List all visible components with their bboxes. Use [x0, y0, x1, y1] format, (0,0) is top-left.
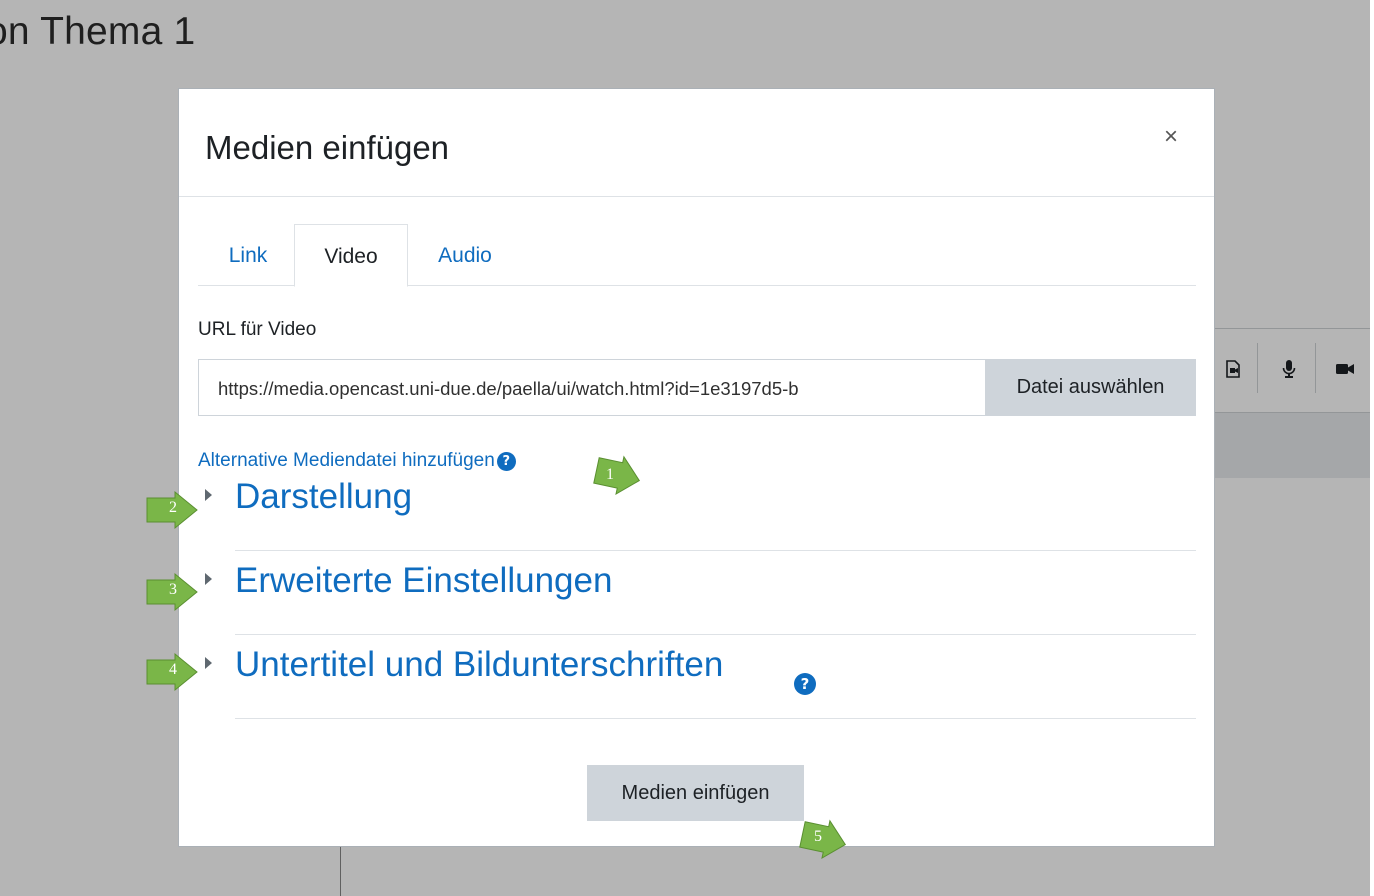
dialog-title: Medien einfügen: [205, 129, 450, 166]
insert-media-dialog: Medien einfügen × Link Video Audio URL f…: [178, 88, 1215, 847]
section-untertitel[interactable]: Untertitel und Bildunterschriften ?: [205, 635, 1196, 719]
close-button[interactable]: ×: [1164, 123, 1178, 151]
callout-marker-4: 4: [145, 652, 201, 692]
section-title[interactable]: Untertitel und Bildunterschriften: [235, 645, 723, 685]
section-title[interactable]: Erweiterte Einstellungen: [235, 561, 612, 601]
section-darstellung[interactable]: Darstellung: [205, 467, 1196, 551]
caret-right-icon: [205, 657, 212, 669]
section-title[interactable]: Darstellung: [235, 477, 412, 517]
tab-video[interactable]: Video: [294, 224, 408, 287]
callout-marker-2: 2: [145, 490, 201, 530]
caret-right-icon: [205, 489, 212, 501]
tab-link[interactable]: Link: [198, 224, 298, 286]
window-edge: [1370, 0, 1374, 896]
help-icon[interactable]: ?: [794, 673, 816, 695]
url-label: URL für Video: [198, 319, 317, 340]
dialog-header: Medien einfügen ×: [179, 89, 1214, 197]
callout-marker-5: 5: [798, 818, 854, 859]
callout-marker-1: 1: [592, 454, 648, 495]
tab-audio[interactable]: Audio: [408, 224, 522, 286]
insert-media-button[interactable]: Medien einfügen: [587, 765, 804, 821]
caret-right-icon: [205, 573, 212, 585]
choose-file-button[interactable]: Datei auswählen: [985, 359, 1196, 416]
media-type-tabs: Link Video Audio: [198, 224, 1196, 287]
callout-marker-3: 3: [145, 572, 201, 612]
video-url-input[interactable]: https://media.opencast.uni-due.de/paella…: [198, 359, 987, 416]
section-erweiterte-einstellungen[interactable]: Erweiterte Einstellungen: [205, 551, 1196, 635]
video-url-value: https://media.opencast.uni-due.de/paella…: [218, 378, 799, 399]
